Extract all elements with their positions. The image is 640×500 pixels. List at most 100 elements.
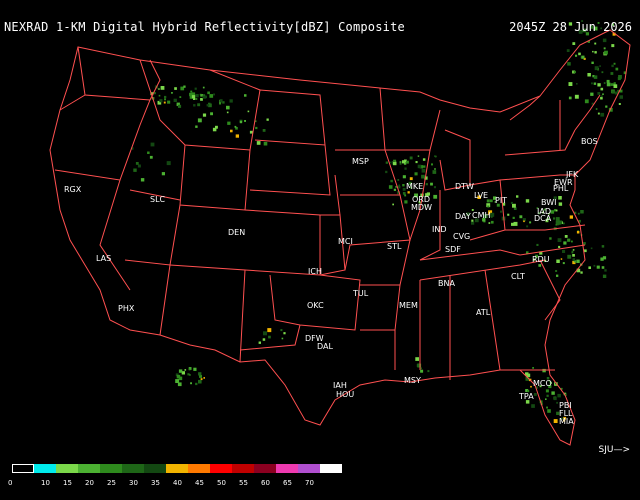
city-label-las: LAS — [96, 254, 112, 263]
legend-swatch — [166, 464, 188, 473]
radar-echo — [434, 168, 436, 170]
city-label-mke: MKE — [406, 182, 424, 191]
radar-echo — [166, 161, 171, 166]
radar-echo — [167, 100, 171, 104]
radar-echo — [597, 69, 599, 71]
city-label-ind: IND — [432, 225, 447, 234]
radar-echo — [558, 245, 561, 248]
city-label-dal: DAL — [317, 342, 333, 351]
radar-echo — [207, 91, 210, 95]
radar-echo — [557, 238, 562, 242]
radar-echo — [244, 120, 246, 122]
legend-swatch — [12, 464, 34, 473]
radar-echo — [255, 126, 258, 130]
radar-echo — [268, 335, 271, 339]
state-border-21 — [360, 239, 411, 286]
radar-echo — [555, 270, 558, 272]
city-label-mia: MIA — [559, 417, 574, 426]
city-label-cvg: CVG — [453, 232, 471, 241]
radar-echo — [600, 257, 604, 261]
radar-echo — [189, 374, 191, 376]
radar-echo — [600, 87, 604, 91]
legend-label: 15 — [63, 479, 72, 487]
city-label-bwi: BWI — [541, 198, 557, 207]
legend-swatch — [56, 464, 78, 473]
radar-echo — [179, 96, 182, 98]
radar-echo — [587, 73, 591, 77]
radar-echo — [510, 201, 513, 204]
city-label-rdu: RDU — [532, 255, 550, 264]
radar-echo — [519, 215, 523, 219]
radar-echo — [572, 258, 576, 261]
state-border-8 — [124, 204, 181, 266]
radar-echo — [532, 367, 534, 369]
city-label-atl: ATL — [476, 308, 491, 317]
radar-echo — [173, 98, 177, 102]
city-label-sdf: SDF — [445, 245, 461, 254]
radar-echo — [525, 199, 530, 203]
radar-echo — [135, 162, 139, 165]
radar-echo — [183, 85, 186, 88]
radar-echo — [198, 379, 202, 384]
radar-echo — [147, 151, 150, 154]
radar-echo — [197, 103, 201, 107]
radar-echo — [226, 111, 229, 114]
radar-echo — [597, 92, 601, 95]
radar-echo — [178, 104, 182, 108]
radar-echo — [588, 266, 591, 269]
city-label-cmh: CMH — [472, 211, 491, 220]
legend-swatch — [34, 464, 56, 473]
radar-echo — [432, 170, 437, 174]
sju-link[interactable]: SJU—> — [599, 445, 631, 455]
radar-echo — [542, 368, 546, 373]
legend-swatch — [122, 464, 144, 473]
radar-echo — [555, 217, 560, 221]
radar-echo — [421, 168, 426, 173]
radar-echo — [601, 266, 605, 269]
state-border-33 — [484, 269, 501, 371]
radar-echo — [591, 61, 594, 64]
state-border-28 — [469, 179, 506, 241]
legend-label: 20 — [85, 479, 94, 487]
radar-echo — [414, 172, 418, 176]
radar-echo — [568, 96, 572, 100]
radar-echo — [158, 94, 161, 97]
radar-echo — [574, 94, 579, 99]
radar-echo — [617, 77, 621, 81]
radar-echo — [397, 179, 400, 181]
radar-echo — [280, 329, 283, 332]
radar-echo — [234, 125, 237, 128]
legend-swatch — [210, 464, 232, 473]
legend-label: 40 — [173, 479, 182, 487]
radar-echo — [219, 99, 223, 103]
legend-label: 50 — [217, 479, 226, 487]
radar-echo — [613, 82, 616, 85]
legend-swatch — [320, 464, 342, 473]
radar-echo — [158, 88, 160, 90]
radar-echo — [600, 96, 603, 100]
city-label-msy: MSY — [404, 376, 421, 385]
legend-swatch — [188, 464, 210, 473]
radar-echo — [229, 99, 233, 103]
radar-echo — [392, 203, 394, 206]
radar-echo — [198, 372, 202, 376]
city-label-dtw: DTW — [455, 182, 474, 191]
radar-echo — [530, 385, 532, 388]
radar-echo — [618, 103, 621, 105]
radar-echo — [595, 108, 598, 110]
radar-echo — [513, 207, 517, 210]
radar-echo — [140, 178, 145, 182]
radar-echo — [210, 112, 213, 116]
radar-echo — [409, 177, 413, 181]
radar-echo — [556, 274, 559, 277]
radar-echo — [581, 55, 585, 59]
radar-echo — [603, 47, 606, 50]
radar-echo — [212, 127, 217, 132]
legend-swatch — [276, 464, 298, 473]
legend-label: 10 — [41, 479, 50, 487]
radar-echo — [533, 393, 537, 396]
state-border-35 — [539, 259, 561, 321]
legend-label: 65 — [283, 479, 292, 487]
radar-echo — [568, 82, 573, 86]
radar-echo — [159, 99, 163, 103]
